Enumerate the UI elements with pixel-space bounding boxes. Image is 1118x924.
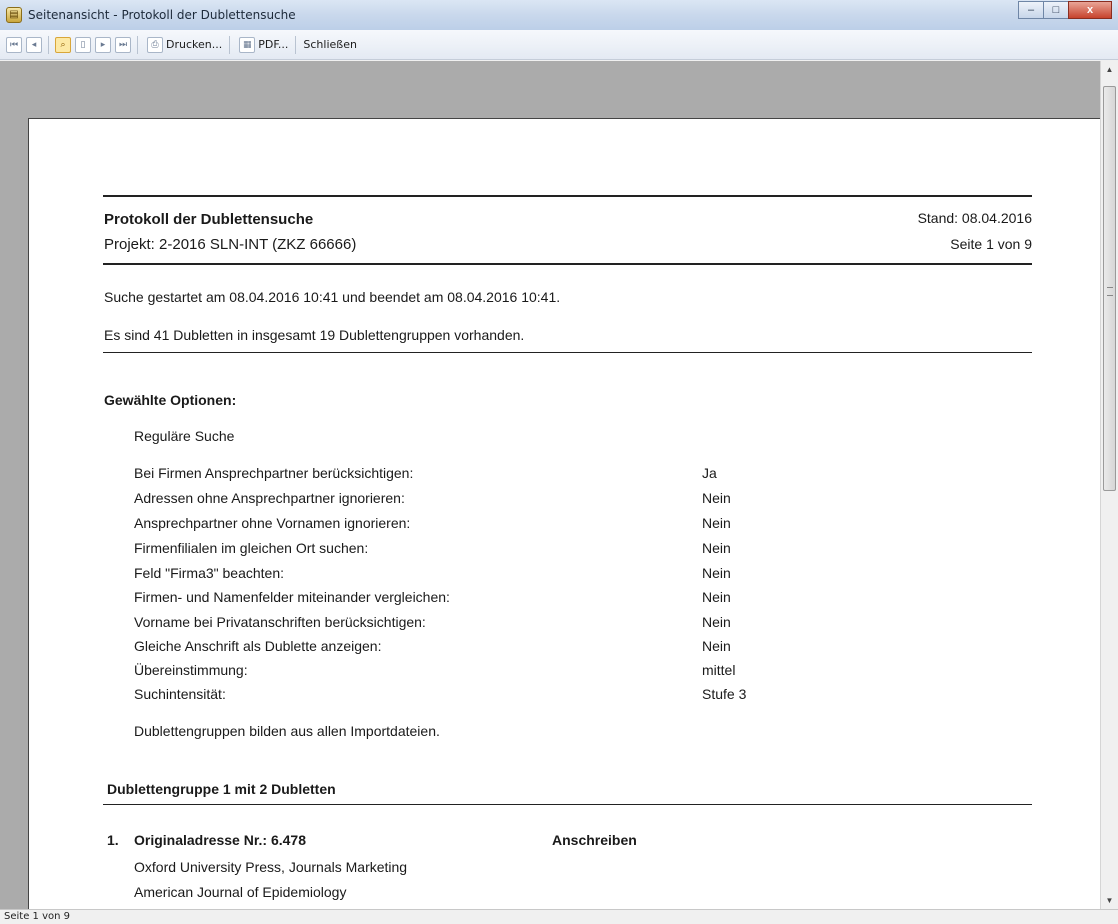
group-heading: Dublettengruppe 1 mit 2 Dubletten xyxy=(107,781,336,797)
entry-title: Originaladresse Nr.: 6.478 xyxy=(134,832,306,848)
print-label: Drucken... xyxy=(166,38,223,51)
option-value: Nein xyxy=(702,614,731,630)
option-label: Bei Firmen Ansprechpartner berücksichtig… xyxy=(134,465,414,481)
report-title: Protokoll der Dublettensuche xyxy=(104,211,314,228)
summary-rule xyxy=(103,352,1032,353)
printer-icon: ⎙ xyxy=(147,36,163,53)
page-counter: Seite 1 von 9 xyxy=(950,236,1032,252)
search-mode: Reguläre Suche xyxy=(134,428,235,444)
option-value: Nein xyxy=(702,490,731,506)
pdf-label: PDF... xyxy=(258,38,289,51)
last-page-icon[interactable]: ⏭ xyxy=(115,36,131,53)
option-label: Adressen ohne Ansprechpartner ignorieren… xyxy=(134,490,405,506)
close-window-button[interactable]: x xyxy=(1068,1,1112,19)
toolbar-separator xyxy=(295,35,297,54)
toolbar: ⏮ ◂ ⌕ ▯ ▸ ⏭ ⎙ Drucken... ▦ PDF... Schlie… xyxy=(0,30,1118,60)
groups-note: Dublettengruppen bilden aus allen Import… xyxy=(134,723,440,739)
option-value: mittel xyxy=(702,662,736,678)
header-rule-top xyxy=(103,195,1032,197)
option-value: Nein xyxy=(702,515,731,531)
toolbar-separator xyxy=(229,35,231,54)
entry-action: Anschreiben xyxy=(552,832,637,848)
option-value: Nein xyxy=(702,638,731,654)
window-controls: – □ x xyxy=(1018,1,1112,21)
option-label: Firmenfilialen im gleichen Ort suchen: xyxy=(134,540,369,556)
option-label: Ansprechpartner ohne Vornamen ignorieren… xyxy=(134,515,411,531)
option-value: Nein xyxy=(702,540,731,556)
entry-number: 1. xyxy=(107,832,119,848)
option-label: Vorname bei Privatanschriften berücksich… xyxy=(134,614,426,630)
option-value: Ja xyxy=(702,465,717,481)
status-bar: Seite 1 von 9 xyxy=(0,909,1118,924)
vertical-scrollbar[interactable]: ▲ ▼ xyxy=(1100,61,1118,909)
option-label: Suchintensität: xyxy=(134,686,226,702)
title-bar: ▤ Seitenansicht - Protokoll der Dublette… xyxy=(0,0,1118,31)
pdf-icon: ▦ xyxy=(239,36,256,53)
previous-page-icon[interactable]: ◂ xyxy=(26,36,42,53)
zoom-icon[interactable]: ⌕ xyxy=(55,36,71,53)
scroll-thumb[interactable] xyxy=(1103,86,1116,491)
entry-address-line: American Journal of Epidemiology xyxy=(134,884,347,900)
pdf-button[interactable]: ▦ PDF... xyxy=(234,36,291,53)
next-page-icon[interactable]: ▸ xyxy=(95,36,111,53)
toolbar-separator xyxy=(48,35,49,54)
option-value: Stufe 3 xyxy=(702,686,747,702)
option-label: Übereinstimmung: xyxy=(134,662,248,678)
close-preview-button[interactable]: Schließen xyxy=(300,38,360,51)
option-value: Nein xyxy=(702,565,731,581)
project-label: Projekt: 2-2016 SLN-INT (ZKZ 66666) xyxy=(104,236,357,253)
entry-address-line: Oxford University Press, Journals Market… xyxy=(134,859,408,875)
option-label: Feld "Firma3" beachten: xyxy=(134,565,285,581)
first-page-icon[interactable]: ⏮ xyxy=(6,36,22,53)
search-info: Suche gestartet am 08.04.2016 10:41 und … xyxy=(104,289,561,305)
maximize-button[interactable]: □ xyxy=(1043,1,1069,19)
scroll-up-icon[interactable]: ▲ xyxy=(1101,61,1118,78)
toolbar-separator xyxy=(137,35,138,54)
single-page-icon[interactable]: ▯ xyxy=(75,36,91,53)
status-page-info: Seite 1 von 9 xyxy=(4,911,70,922)
app-icon: ▤ xyxy=(6,7,22,23)
stand-date: Stand: 08.04.2016 xyxy=(917,210,1032,226)
option-label: Gleiche Anschrift als Dublette anzeigen: xyxy=(134,638,382,654)
close-preview-label: Schließen xyxy=(303,38,357,51)
summary-text: Es sind 41 Dubletten in insgesamt 19 Dub… xyxy=(104,327,525,343)
header-rule-bottom xyxy=(103,263,1032,265)
print-button[interactable]: ⎙ Drucken... xyxy=(142,36,225,53)
options-heading: Gewählte Optionen: xyxy=(104,392,237,408)
window-title: Seitenansicht - Protokoll der Dublettens… xyxy=(28,8,296,22)
scroll-down-icon[interactable]: ▼ xyxy=(1101,892,1118,909)
group-rule xyxy=(103,804,1032,805)
option-label: Firmen- und Namenfelder miteinander verg… xyxy=(134,589,450,605)
scroll-grip-icon xyxy=(1107,287,1113,296)
minimize-button[interactable]: – xyxy=(1018,1,1044,19)
option-value: Nein xyxy=(702,589,731,605)
